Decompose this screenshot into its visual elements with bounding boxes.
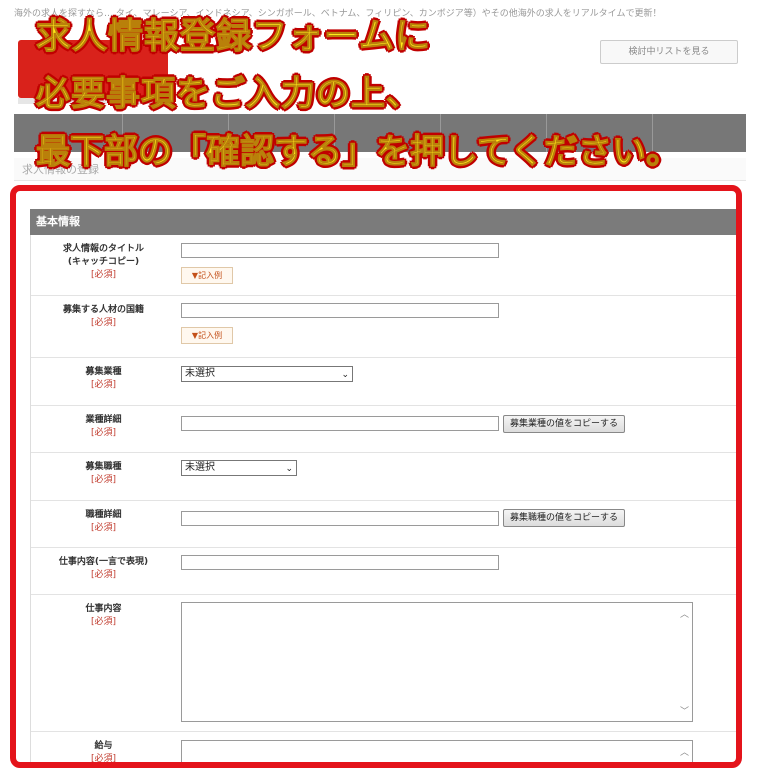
form-row-job-content: 仕事内容 [必須] ︿ ﹀ xyxy=(31,595,736,732)
label-job-content: 仕事内容 [必須] xyxy=(31,603,176,629)
scroll-up-icon[interactable]: ︿ xyxy=(680,745,689,758)
scroll-up-icon[interactable]: ︿ xyxy=(680,607,689,620)
label-job-content-text: 仕事内容 xyxy=(85,604,122,614)
label-job-detail-text: 職種詳細 xyxy=(85,510,122,520)
title-input[interactable] xyxy=(181,243,499,258)
banner-line-2: 必要事項をご入力の上、 xyxy=(36,74,421,115)
form-row-salary: 給与 [必須] ︿ xyxy=(31,732,736,764)
label-industry-detail: 業種詳細 [必須] xyxy=(31,414,176,440)
label-job-type: 募集職種 [必須] xyxy=(31,461,176,487)
label-title-text: 求人情報のタイトル xyxy=(62,244,144,254)
label-industry-text: 募集業種 xyxy=(85,367,122,377)
required-badge: [必須] xyxy=(90,570,117,580)
copy-industry-button[interactable]: 募集業種の値をコピーする xyxy=(503,415,626,433)
wishlist-button[interactable]: 検討中リストを見る xyxy=(600,40,738,64)
example-button-title[interactable]: ▼記入例 xyxy=(181,267,233,284)
chevron-down-icon: ⌄ xyxy=(341,370,349,380)
label-nationality-text: 募集する人材の国籍 xyxy=(62,305,144,315)
label-salary-text: 給与 xyxy=(94,741,113,751)
required-badge: [必須] xyxy=(90,380,117,390)
required-badge: [必須] xyxy=(90,475,117,485)
industry-select-value: 未選択 xyxy=(185,368,215,379)
form-row-job-type: 募集職種 [必須] 未選択 ⌄ xyxy=(31,453,736,501)
required-badge: [必須] xyxy=(90,428,117,438)
form-row-job-detail: 職種詳細 [必須] 募集職種の値をコピーする xyxy=(31,501,736,548)
job-content-textarea[interactable]: ︿ ﹀ xyxy=(181,602,693,722)
form-row-title: 求人情報のタイトル (キャッチコピー) [必須] ▼記入例 xyxy=(31,235,736,296)
label-salary: 給与 [必須] xyxy=(31,740,176,764)
job-type-select[interactable]: 未選択 ⌄ xyxy=(181,460,297,476)
label-nationality: 募集する人材の国籍 [必須] xyxy=(31,304,176,330)
required-badge: [必須] xyxy=(90,523,117,533)
label-industry: 募集業種 [必須] xyxy=(31,366,176,392)
job-detail-input[interactable] xyxy=(181,511,499,526)
label-job-summary-text: 仕事内容(一言で表現) xyxy=(58,557,149,567)
label-industry-detail-text: 業種詳細 xyxy=(85,415,122,425)
required-badge: [必須] xyxy=(90,617,117,627)
form-row-industry: 募集業種 [必須] 未選択 ⌄ xyxy=(31,358,736,406)
section-header-basic-info: 基本情報 xyxy=(30,209,736,235)
banner-line-1: 求人情報登録フォームに xyxy=(36,17,431,58)
label-title: 求人情報のタイトル (キャッチコピー) [必須] xyxy=(31,243,176,282)
industry-select[interactable]: 未選択 ⌄ xyxy=(181,366,353,382)
scroll-down-icon[interactable]: ﹀ xyxy=(680,704,689,717)
required-badge: [必須] xyxy=(90,318,117,328)
salary-textarea[interactable]: ︿ xyxy=(181,740,693,762)
form-row-job-summary: 仕事内容(一言で表現) [必須] xyxy=(31,548,736,595)
example-button-nationality[interactable]: ▼記入例 xyxy=(181,327,233,344)
highlight-frame: 基本情報 求人情報のタイトル (キャッチコピー) [必須] ▼記入例 募集する人… xyxy=(10,185,742,768)
label-title-sub: (キャッチコピー) xyxy=(67,257,140,267)
banner-line-3: 最下部の「確認する」を押してください。 xyxy=(36,132,681,173)
label-job-detail: 職種詳細 [必須] xyxy=(31,509,176,535)
job-summary-input[interactable] xyxy=(181,555,499,570)
required-badge: [必須] xyxy=(90,754,117,764)
job-type-select-value: 未選択 xyxy=(185,462,215,473)
label-job-type-text: 募集職種 xyxy=(85,462,122,472)
label-job-summary: 仕事内容(一言で表現) [必須] xyxy=(31,556,176,582)
nationality-input[interactable] xyxy=(181,303,499,318)
copy-job-type-button[interactable]: 募集職種の値をコピーする xyxy=(503,509,626,527)
job-form: 求人情報のタイトル (キャッチコピー) [必須] ▼記入例 募集する人材の国籍 … xyxy=(30,235,736,764)
form-row-industry-detail: 業種詳細 [必須] 募集業種の値をコピーする xyxy=(31,406,736,453)
industry-detail-input[interactable] xyxy=(181,416,499,431)
form-row-nationality: 募集する人材の国籍 [必須] ▼記入例 xyxy=(31,296,736,358)
required-badge: [必須] xyxy=(90,270,117,280)
chevron-down-icon: ⌄ xyxy=(285,464,293,474)
